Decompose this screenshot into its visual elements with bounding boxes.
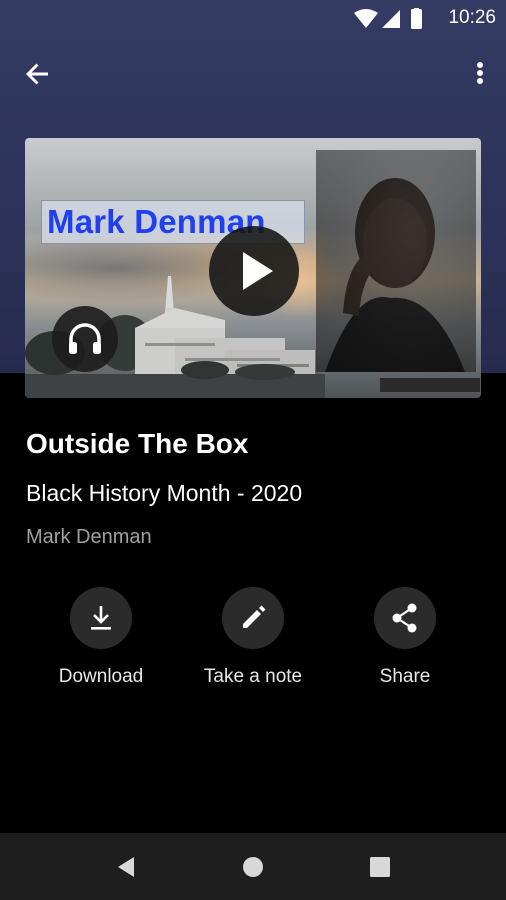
play-icon bbox=[243, 252, 273, 290]
status-time: 10:26 bbox=[448, 7, 496, 28]
app-bar bbox=[0, 48, 506, 100]
sermon-series: Black History Month - 2020 bbox=[26, 480, 303, 506]
download-button[interactable]: Download bbox=[31, 587, 171, 697]
cellular-signal-icon bbox=[382, 10, 400, 28]
take-note-button-circle[interactable] bbox=[222, 587, 284, 649]
status-bar: 10:26 bbox=[0, 0, 506, 36]
play-button[interactable] bbox=[209, 226, 299, 316]
share-button[interactable]: Share bbox=[335, 587, 475, 697]
home-circle-icon[interactable] bbox=[239, 853, 267, 881]
status-icons bbox=[354, 8, 422, 29]
sermon-title: Outside The Box bbox=[26, 428, 249, 459]
arrow-back-icon[interactable] bbox=[22, 58, 54, 90]
recents-square-icon[interactable] bbox=[366, 853, 394, 881]
share-label: Share bbox=[379, 666, 431, 687]
wifi-icon bbox=[354, 9, 378, 28]
download-label: Download bbox=[58, 666, 144, 687]
take-note-button[interactable]: Take a note bbox=[183, 587, 323, 697]
pencil-icon bbox=[243, 605, 266, 628]
take-note-label: Take a note bbox=[203, 666, 303, 687]
more-vertical-icon[interactable] bbox=[470, 58, 490, 90]
sermon-artwork: Mark Denman bbox=[25, 138, 481, 398]
system-nav-bar bbox=[0, 833, 506, 900]
download-button-circle[interactable] bbox=[70, 587, 132, 649]
back-triangle-icon[interactable] bbox=[112, 853, 140, 881]
speaker-portrait bbox=[316, 150, 476, 372]
audio-only-button[interactable] bbox=[52, 306, 118, 372]
share-icon bbox=[392, 603, 417, 633]
headphones-icon bbox=[69, 323, 101, 354]
share-button-circle[interactable] bbox=[374, 587, 436, 649]
sermon-speaker: Mark Denman bbox=[26, 526, 152, 548]
battery-icon bbox=[411, 9, 422, 29]
download-icon bbox=[91, 606, 111, 630]
